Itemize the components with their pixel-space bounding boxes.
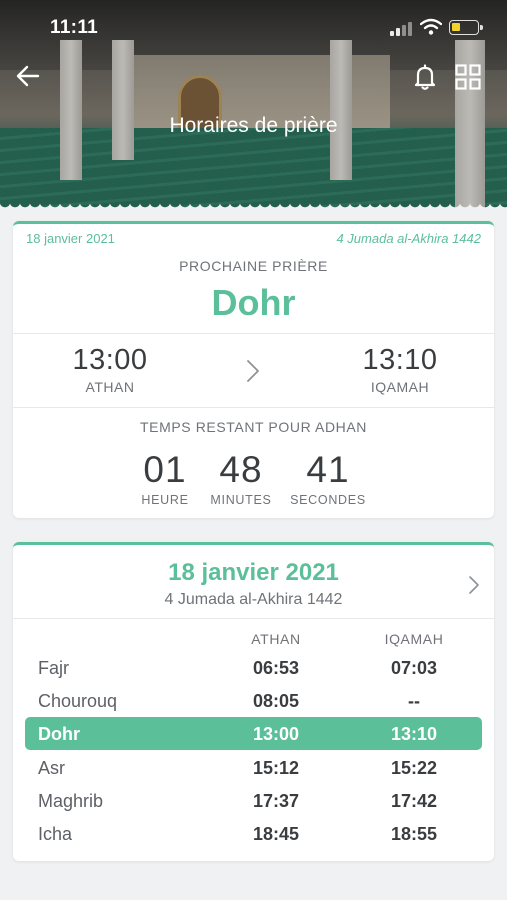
divider (13, 407, 494, 408)
next-day-chevron-icon[interactable] (468, 575, 480, 595)
prayer-row-maghrib: Maghrib 17:37 17:42 (25, 784, 482, 817)
chevron-right-icon (247, 360, 259, 382)
prayer-iqamah-time: 18:55 (390, 824, 438, 844)
column-header-iqamah: IQAMAH (384, 631, 444, 647)
schedule-hijri-date: 4 Jumada al-Akhira 1442 (164, 591, 343, 608)
bell-icon[interactable] (410, 62, 440, 92)
prayer-iqamah-time: 07:03 (390, 658, 438, 678)
prayer-name: Asr (38, 758, 65, 778)
prayer-name: Dohr (38, 724, 80, 744)
next-prayer-card: 18 janvier 2021 4 Jumada al-Akhira 1442 … (13, 221, 494, 518)
gregorian-date: 18 janvier 2021 (26, 231, 115, 246)
athan-time-block: 13:00 ATHAN (30, 344, 190, 395)
prayer-iqamah-time: 15:22 (390, 758, 438, 778)
status-time: 11:11 (50, 17, 98, 38)
column-header-athan: ATHAN (251, 631, 301, 647)
prayer-athan-time: 08:05 (252, 691, 300, 711)
back-arrow-icon[interactable] (14, 62, 42, 90)
dates-row: 18 janvier 2021 4 Jumada al-Akhira 1442 (13, 231, 494, 249)
countdown-unit: MINUTES (210, 493, 272, 507)
prayer-iqamah-time: -- (408, 691, 420, 711)
prayer-name: Icha (38, 824, 73, 844)
athan-label: ATHAN (85, 379, 135, 395)
prayer-athan-time: 06:53 (252, 658, 300, 678)
prayer-row-dohr: Dohr 13:00 13:10 (25, 717, 482, 750)
wifi-icon (420, 18, 442, 35)
prayer-row-asr: Asr 15:12 15:22 (25, 751, 482, 784)
countdown-value: 48 (219, 449, 263, 490)
status-bar: 11:11 (0, 0, 507, 56)
prayer-row-chourouq: Chourouq 08:05 -- (25, 684, 482, 717)
prayer-athan-time: 13:00 (252, 724, 300, 744)
countdown-seconds: 41 SECONDES (283, 449, 373, 507)
prayer-athan-time: 15:12 (252, 758, 300, 778)
prayer-name: Fajr (38, 658, 69, 678)
divider (13, 333, 494, 334)
grid-icon[interactable] (455, 64, 481, 90)
prayer-iqamah-time: 17:42 (390, 791, 438, 811)
signal-icon (390, 22, 412, 36)
hijri-date: 4 Jumada al-Akhira 1442 (336, 231, 481, 246)
page-title: Horaires de prière (169, 114, 338, 137)
next-prayer-name: Dohr (211, 282, 296, 323)
prayer-row-fajr: Fajr 06:53 07:03 (25, 651, 482, 684)
prayer-iqamah-time: 13:10 (390, 724, 438, 744)
iqamah-time: 13:10 (362, 344, 438, 376)
iqamah-time-block: 13:10 IQAMAH (320, 344, 480, 395)
prayer-athan-time: 18:45 (252, 824, 300, 844)
prayer-athan-time: 17:37 (252, 791, 300, 811)
athan-time: 13:00 (72, 344, 148, 376)
countdown-unit: SECONDES (290, 493, 366, 507)
next-prayer-label: PROCHAINE PRIÈRE (179, 258, 328, 274)
day-schedule-card: 18 janvier 2021 4 Jumada al-Akhira 1442 … (13, 542, 494, 861)
battery-icon (449, 20, 483, 35)
prayer-row-icha: Icha 18:45 18:55 (25, 817, 482, 850)
prayer-name: Chourouq (38, 691, 118, 711)
countdown-value: 41 (306, 449, 350, 490)
remaining-time-label: TEMPS RESTANT POUR ADHAN (139, 419, 368, 435)
prayer-name: Maghrib (38, 791, 104, 811)
scalloped-edge (0, 202, 507, 208)
schedule-gregorian-date: 18 janvier 2021 (168, 559, 339, 586)
countdown-minutes: 48 MINUTES (196, 449, 286, 507)
iqamah-label: IQAMAH (370, 379, 430, 395)
divider (13, 618, 494, 619)
